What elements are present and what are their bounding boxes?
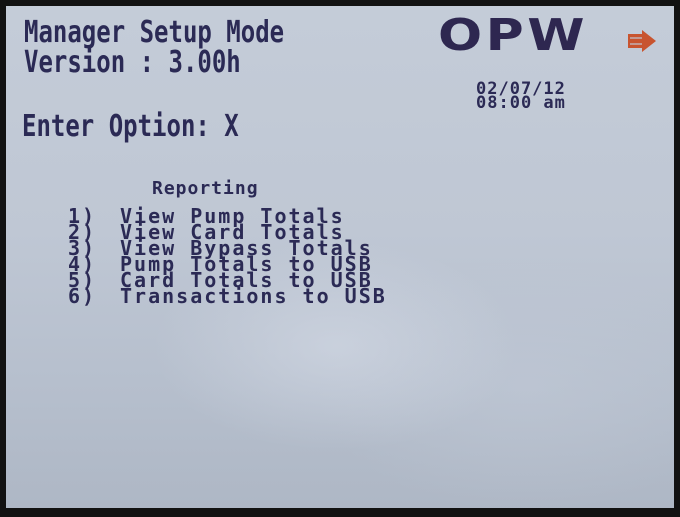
arrow-right-icon [628, 30, 656, 52]
report-menu: 1) View Pump Totals 2) View Card Totals 3)… [68, 206, 387, 308]
menu-item-transactions-to-usb[interactable]: 6) Transactions to USB [68, 284, 387, 308]
option-prompt[interactable]: Enter Option: X [22, 112, 239, 142]
menu-heading: Reporting [152, 178, 259, 199]
screen-title: Manager Setup Mode [24, 15, 285, 50]
menu-item-number: 6) [68, 284, 97, 308]
version-label: Version : 3.00h [24, 45, 241, 80]
lcd-screen: Manager Setup Mode Version : 3.00h OPW 0… [6, 6, 674, 508]
opw-logo: OPW [438, 14, 658, 58]
time-display: 08:00 am [476, 93, 566, 113]
logo-text: OPW [438, 10, 589, 61]
menu-item-label: Transactions to USB [120, 284, 387, 308]
